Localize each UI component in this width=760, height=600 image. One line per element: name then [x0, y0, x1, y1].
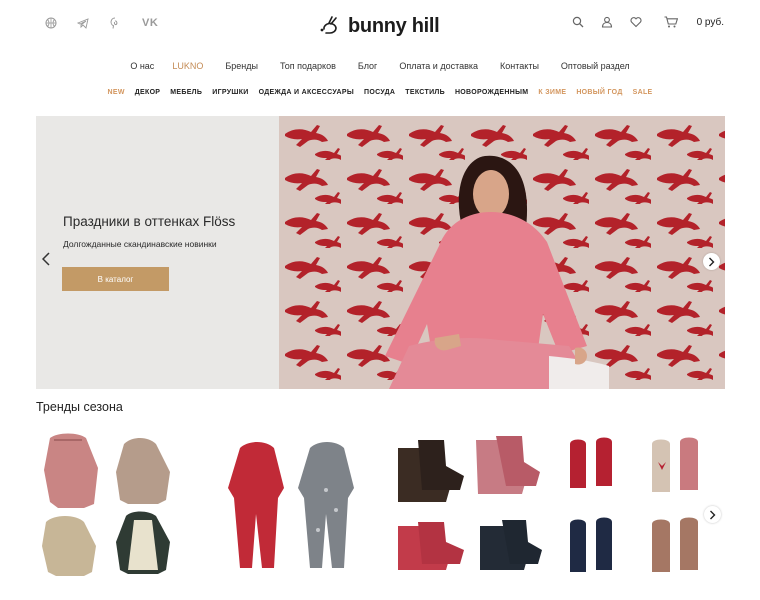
social-links: VK [44, 16, 158, 30]
product-image [398, 436, 542, 570]
header-tools: 0 руб. [571, 15, 724, 29]
slider-next-icon[interactable] [703, 253, 720, 270]
product-card[interactable] [384, 430, 550, 580]
product-card[interactable] [210, 430, 376, 580]
product-image [570, 437, 698, 572]
heart-icon[interactable] [629, 15, 643, 29]
trends-carousel [36, 430, 725, 580]
menu-item-top-gifts[interactable]: Топ подарков [280, 61, 336, 71]
menu-item-about[interactable]: О нас [130, 61, 154, 71]
category-textile[interactable]: ТЕКСТИЛЬ [405, 89, 445, 96]
category-decor[interactable]: ДЕКОР [135, 89, 161, 96]
category-newborn[interactable]: НОВОРОЖДЕННЫМ [455, 89, 528, 96]
pinterest-icon[interactable] [108, 16, 122, 30]
logo[interactable]: bunny hill [318, 14, 440, 38]
bunny-logo-icon [320, 16, 337, 34]
hero-title: Праздники в оттенках Flöss [63, 214, 236, 229]
menu-item-payment-delivery[interactable]: Оплата и доставка [399, 61, 478, 71]
menu-item-wholesale[interactable]: Оптовый раздел [561, 61, 630, 71]
search-icon[interactable] [571, 15, 585, 29]
product-card[interactable] [36, 430, 202, 580]
product-card[interactable] [558, 430, 724, 580]
category-toys[interactable]: ИГРУШКИ [212, 89, 248, 96]
menu-item-contacts[interactable]: Контакты [500, 61, 539, 71]
product-image [228, 442, 354, 568]
catalog-button[interactable]: В каталог [62, 267, 169, 291]
category-winter[interactable]: К ЗИМЕ [538, 89, 566, 96]
carousel-next-icon[interactable] [704, 506, 721, 523]
category-clothes[interactable]: ОДЕЖДА И АКСЕССУАРЫ [259, 89, 354, 96]
category-sale[interactable]: SALE [633, 89, 653, 96]
category-menu: NEW ДЕКОР МЕБЕЛЬ ИГРУШКИ ОДЕЖДА И АКСЕСС… [0, 89, 760, 96]
hero-text-panel: Праздники в оттенках Flöss Долгожданные … [36, 116, 279, 389]
menu-item-blog[interactable]: Блог [358, 61, 377, 71]
hero-image [279, 116, 725, 389]
category-tableware[interactable]: ПОСУДА [364, 89, 395, 96]
telegram-icon[interactable] [76, 16, 90, 30]
vk-icon[interactable]: VK [142, 16, 158, 30]
menu-item-brands[interactable]: Бренды [225, 61, 258, 71]
menu-item-lukno[interactable]: LUKNO [172, 61, 203, 71]
cart-price[interactable]: 0 руб. [697, 17, 724, 28]
user-icon[interactable] [600, 15, 614, 29]
hero-subtitle: Долгожданные скандинавские новинки [63, 239, 217, 249]
category-new[interactable]: NEW [108, 89, 125, 96]
header: VK bunny hill 0 руб. [0, 0, 760, 48]
basketball-icon[interactable] [44, 16, 58, 30]
slider-prev-icon[interactable] [41, 252, 54, 266]
cart-icon[interactable] [664, 15, 678, 29]
category-new-year[interactable]: НОВЫЙ ГОД [576, 89, 622, 96]
category-furniture[interactable]: МЕБЕЛЬ [170, 89, 202, 96]
logo-text: bunny hill [348, 14, 440, 37]
trends-title: Тренды сезона [36, 400, 123, 414]
main-menu: О нас LUKNO Бренды Топ подарков Блог Опл… [0, 61, 760, 71]
hero-slider: Праздники в оттенках Flöss Долгожданные … [36, 116, 725, 389]
product-image [42, 433, 170, 576]
